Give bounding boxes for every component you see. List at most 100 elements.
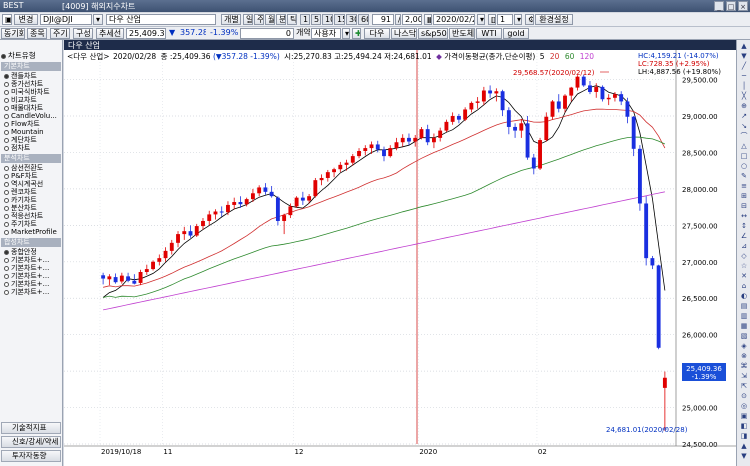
drawing-tool-icon[interactable]: ⌘: [739, 362, 749, 371]
drawing-tool-icon[interactable]: ↕: [739, 222, 749, 231]
radio-icon[interactable]: [4, 197, 9, 203]
split-icon[interactable]: ▥: [488, 14, 496, 25]
trendline-button[interactable]: 추세선: [96, 28, 124, 39]
user-dropdown-icon[interactable]: ▾: [342, 28, 350, 39]
quick-sp500[interactable]: s&p500: [418, 28, 448, 39]
chart-type-item[interactable]: 매물대차트: [4, 104, 43, 112]
cycle-button[interactable]: 주기: [50, 28, 70, 39]
user-select[interactable]: 사용자: [311, 28, 341, 39]
interval-1[interactable]: 1: [300, 14, 310, 25]
date-dropdown-icon[interactable]: ▾: [477, 14, 485, 25]
drawing-tool-icon[interactable]: ✎: [739, 172, 749, 181]
date-input[interactable]: 2020/02/28: [433, 14, 475, 25]
drawing-tool-icon[interactable]: ↔: [739, 212, 749, 221]
add-icon[interactable]: ✚: [352, 28, 361, 39]
split-input[interactable]: 1: [497, 14, 513, 25]
drawing-tool-icon[interactable]: ○: [739, 162, 749, 171]
drawing-tool-icon[interactable]: ⊟: [739, 202, 749, 211]
close-button[interactable]: ×: [738, 1, 748, 11]
drawing-tool-icon[interactable]: ▤: [739, 302, 749, 311]
indicator-button[interactable]: 기술적지표: [1, 422, 61, 434]
interval-30[interactable]: 30: [346, 14, 357, 25]
drawing-tool-icon[interactable]: ⊿: [739, 242, 749, 251]
interval-60[interactable]: 60: [358, 14, 369, 25]
radio-icon[interactable]: [4, 249, 9, 255]
drawing-tool-icon[interactable]: ▣: [739, 412, 749, 421]
chart-type-item[interactable]: 카기차트: [4, 196, 37, 204]
chart-type-item[interactable]: 기본차트+...: [4, 288, 49, 296]
minimize-button[interactable]: _: [714, 1, 724, 11]
radio-icon[interactable]: [4, 281, 9, 287]
drawing-tool-icon[interactable]: ⌂: [739, 282, 749, 291]
radio-icon[interactable]: [4, 121, 9, 127]
quick-semiconductor[interactable]: 반도체: [449, 28, 475, 39]
drawing-tool-icon[interactable]: ▼: [739, 52, 749, 61]
chart-type-item[interactable]: MarketProfile: [4, 228, 57, 236]
drawing-tool-icon[interactable]: ─: [739, 72, 749, 81]
interval-10[interactable]: 10: [322, 14, 333, 25]
interval-15[interactable]: 15: [334, 14, 345, 25]
drawing-tool-icon[interactable]: ↗: [739, 112, 749, 121]
chart-type-item[interactable]: P&F차트: [4, 172, 38, 180]
chart-type-item[interactable]: Flow차트: [4, 120, 40, 128]
chart-type-item[interactable]: 종가선차트: [4, 80, 43, 88]
quick-gold[interactable]: gold: [503, 28, 529, 39]
chart-type-item[interactable]: 렌코차트: [4, 188, 37, 196]
drawing-tool-icon[interactable]: ◐: [739, 292, 749, 301]
chart-area[interactable]: 다우 산업 24,500.0025,000.0025,500.0026,000.…: [64, 40, 736, 466]
drawing-tool-icon[interactable]: ⊗: [739, 352, 749, 361]
drawing-tool-icon[interactable]: ▲: [739, 442, 749, 451]
symbol-button[interactable]: 종목: [27, 28, 47, 39]
radio-icon[interactable]: [4, 165, 9, 171]
drawing-tool-icon[interactable]: ◧: [739, 422, 749, 431]
radio-icon[interactable]: [4, 145, 9, 151]
count-input[interactable]: 91: [372, 14, 394, 25]
radio-icon[interactable]: [4, 213, 9, 219]
settings-button[interactable]: 환경설정: [535, 14, 573, 25]
split-dropdown-icon[interactable]: ▾: [514, 14, 522, 25]
drawing-tool-icon[interactable]: ∠: [739, 232, 749, 241]
drawing-tool-icon[interactable]: ⊙: [739, 392, 749, 401]
investor-button[interactable]: 투자자동향: [1, 450, 61, 462]
chart-type-item[interactable]: CandleVolu...: [4, 112, 57, 120]
radio-icon[interactable]: [4, 265, 9, 271]
radio-icon[interactable]: [4, 273, 9, 279]
tab-tick[interactable]: 틱: [287, 14, 297, 25]
radio-icon[interactable]: [4, 113, 9, 119]
signal-button[interactable]: 신호/강세/약세: [1, 436, 61, 448]
tab-minute[interactable]: 분: [276, 14, 286, 25]
radio-icon[interactable]: [4, 129, 9, 135]
chart-type-item[interactable]: 종합안정: [4, 248, 37, 256]
symbol-code-input[interactable]: DJI@DJI: [40, 14, 92, 25]
gear-icon[interactable]: ⚙: [525, 14, 534, 25]
chart-type-item[interactable]: 기본차트+...: [4, 280, 49, 288]
lock-icon[interactable]: ▣: [2, 14, 12, 25]
radio-icon[interactable]: [4, 81, 9, 87]
drawing-tool-icon[interactable]: ▼: [739, 452, 749, 461]
chart-type-item[interactable]: 캔들차트: [4, 72, 37, 80]
restore-button[interactable]: □: [726, 1, 736, 11]
drawing-tool-icon[interactable]: ☆: [739, 262, 749, 271]
drawing-tool-icon[interactable]: ▲: [739, 42, 749, 51]
drawing-tool-icon[interactable]: ⊕: [739, 102, 749, 111]
drawing-tool-icon[interactable]: ◈: [739, 342, 749, 351]
radio-icon[interactable]: [4, 105, 9, 111]
interval-5[interactable]: 5: [311, 14, 321, 25]
drawing-tool-icon[interactable]: ⇲: [739, 372, 749, 381]
radio-icon[interactable]: [4, 189, 9, 195]
chart-type-item[interactable]: 역시계곡선: [4, 180, 43, 188]
calendar-icon[interactable]: ▦: [424, 14, 432, 25]
drawing-tool-icon[interactable]: ◇: [739, 252, 749, 261]
chart-type-item[interactable]: 기본차트+...: [4, 256, 49, 264]
candlestick-chart[interactable]: 다우 산업 24,500.0025,000.0025,500.0026,000.…: [64, 40, 736, 466]
drawing-tool-icon[interactable]: ▥: [739, 312, 749, 321]
period-individual-button[interactable]: 개별: [221, 14, 241, 25]
chart-type-item[interactable]: 삼선전환도: [4, 164, 43, 172]
change-button[interactable]: 변경: [14, 14, 38, 25]
radio-icon[interactable]: [4, 181, 9, 187]
drawing-tool-icon[interactable]: ╳: [739, 92, 749, 101]
drawing-tool-icon[interactable]: ▦: [739, 322, 749, 331]
symbol-search-icon[interactable]: ▾: [93, 14, 103, 25]
drawing-tool-icon[interactable]: ⌒: [739, 132, 749, 141]
radio-icon[interactable]: [4, 97, 9, 103]
